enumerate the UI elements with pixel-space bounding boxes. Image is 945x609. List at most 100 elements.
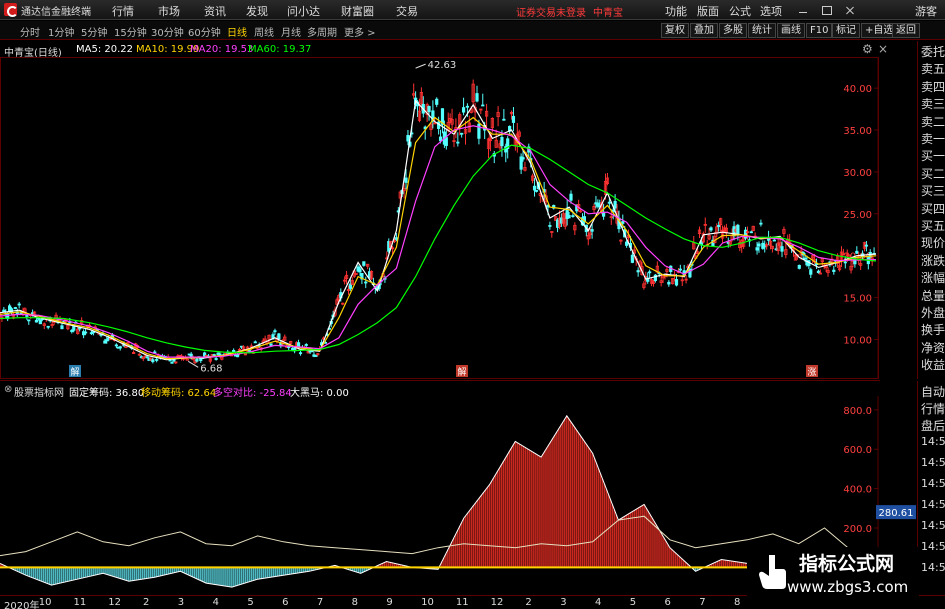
- quote-panel-item[interactable]: 买四: [921, 200, 945, 217]
- date-tick-label: 12: [108, 597, 122, 608]
- period-15min[interactable]: 15分钟: [114, 24, 147, 39]
- menu-functions[interactable]: 功能: [665, 3, 687, 19]
- menu-wealth[interactable]: 财富圈: [341, 3, 374, 19]
- quote-panel-item[interactable]: 总量: [921, 287, 945, 304]
- candle-body: [548, 225, 552, 227]
- quote-panel-item[interactable]: 卖二: [921, 113, 945, 130]
- menu-options[interactable]: 选项: [760, 3, 782, 19]
- quote-panel-item[interactable]: 卖五: [921, 60, 945, 77]
- draw-line-button[interactable]: 画线: [777, 23, 805, 38]
- f10-button[interactable]: F10: [806, 23, 833, 38]
- quote-panel-item[interactable]: 外盘: [921, 304, 945, 321]
- event-marker-label: 解: [457, 366, 466, 378]
- quote-panel-item[interactable]: 委托: [921, 43, 945, 60]
- close-icon[interactable]: [842, 3, 858, 17]
- quote-panel-item[interactable]: 买五: [921, 217, 945, 234]
- candle-body: [394, 237, 399, 240]
- candle-body: [105, 339, 109, 342]
- quote-panel-item[interactable]: 换手: [921, 321, 945, 338]
- quote-panel-item[interactable]: 卖三: [921, 95, 945, 112]
- candle-body: [170, 361, 174, 364]
- statistics-button[interactable]: 统计: [748, 23, 776, 38]
- app-logo-icon: [4, 3, 18, 17]
- user-label[interactable]: 游客: [915, 3, 937, 19]
- menu-layout[interactable]: 版面: [697, 3, 719, 19]
- period-5min[interactable]: 5分钟: [81, 24, 107, 39]
- candle-body: [797, 264, 801, 269]
- minimize-icon[interactable]: [795, 3, 811, 17]
- quote-panel-item[interactable]: 买三: [921, 182, 945, 199]
- quote-panel-item[interactable]: 收益: [921, 356, 945, 373]
- mark-button[interactable]: 标记: [832, 23, 860, 38]
- candle-body: [118, 346, 122, 349]
- tick-panel-tab[interactable]: 盘后: [921, 417, 945, 434]
- quote-panel-item[interactable]: 净资: [921, 339, 945, 356]
- date-tick-label: 2020年: [4, 601, 40, 609]
- high-marker: [415, 63, 426, 69]
- period-30min[interactable]: 30分钟: [151, 24, 184, 39]
- candle-body: [172, 359, 176, 362]
- period-more[interactable]: 更多 >: [344, 24, 376, 39]
- close-chart-icon[interactable]: ×: [878, 42, 888, 56]
- date-tick-label: 2: [143, 597, 150, 608]
- quote-panel-item[interactable]: 买一: [921, 147, 945, 164]
- candle-body: [502, 118, 506, 121]
- candle-body: [60, 325, 64, 330]
- menu-quotes[interactable]: 行情: [112, 3, 134, 19]
- y-tick-label: 10.00: [843, 335, 872, 346]
- y-tick-label: 40.00: [843, 84, 872, 95]
- candle-body: [667, 281, 671, 285]
- watermark-url: www.zbgs3.com: [787, 578, 909, 596]
- candle-body: [607, 201, 611, 204]
- y-tick-label: 25.00: [843, 210, 872, 221]
- menu-news[interactable]: 资讯: [204, 3, 226, 19]
- candle-body: [296, 342, 301, 348]
- period-monthly[interactable]: 月线: [281, 24, 301, 39]
- candle-body: [83, 331, 88, 334]
- quote-panel-item[interactable]: 涨幅: [921, 269, 945, 286]
- candle-body: [864, 244, 869, 247]
- quote-panel-item[interactable]: 涨跌: [921, 252, 945, 269]
- period-multi[interactable]: 多周期: [307, 24, 337, 39]
- ma60-line: [0, 144, 877, 354]
- y-tick-label: 30.00: [843, 168, 872, 179]
- candle-body: [247, 349, 251, 352]
- period-timeline[interactable]: 分时: [20, 24, 40, 39]
- price-chart[interactable]: 40.0035.0030.0025.0020.0015.0010.0042.63…: [0, 57, 916, 379]
- candle-body: [17, 303, 21, 306]
- fixed-chips-line: [0, 515, 877, 557]
- overlay-button[interactable]: 叠加: [690, 23, 718, 38]
- maximize-icon[interactable]: [818, 3, 834, 17]
- date-tick-label: 6: [282, 597, 289, 608]
- candle-body: [678, 268, 682, 271]
- menu-ask[interactable]: 问小达: [287, 3, 320, 19]
- menu-formula[interactable]: 公式: [729, 3, 751, 19]
- indicator-icon[interactable]: ⊗: [4, 384, 12, 395]
- chart-frame: [0, 57, 879, 379]
- period-1min[interactable]: 1分钟: [48, 24, 74, 39]
- quote-panel-item[interactable]: 卖四: [921, 78, 945, 95]
- moving-chips-bars: [0, 415, 875, 588]
- chart-header: 中青宝(日线) MA5: 20.22 MA10: 19.99 MA20: 19.…: [0, 41, 915, 59]
- multi-stock-button[interactable]: 多股: [719, 23, 747, 38]
- adjust-button[interactable]: 复权: [661, 23, 689, 38]
- high-annotation: 42.63: [428, 60, 457, 71]
- period-60min[interactable]: 60分钟: [188, 24, 221, 39]
- period-weekly[interactable]: 周线: [254, 24, 274, 39]
- quote-panel-item[interactable]: 买二: [921, 165, 945, 182]
- tick-panel-tab[interactable]: 行情: [921, 400, 945, 417]
- y-tick-label: 35.00: [843, 126, 872, 137]
- settings-icon[interactable]: ⚙: [862, 42, 873, 56]
- quote-panel-item[interactable]: 卖一: [921, 130, 945, 147]
- candle-body: [567, 214, 571, 219]
- back-button[interactable]: 返回: [892, 23, 920, 38]
- tick-time: 14:5: [921, 477, 945, 490]
- tick-panel-tab[interactable]: 自动: [921, 383, 945, 400]
- menu-market[interactable]: 市场: [158, 3, 180, 19]
- candle-body: [362, 261, 366, 266]
- menu-trade[interactable]: 交易: [396, 3, 418, 19]
- menu-discover[interactable]: 发现: [246, 3, 268, 19]
- quote-panel-item[interactable]: 现价: [921, 234, 945, 251]
- login-status[interactable]: 证券交易未登录: [516, 4, 586, 19]
- period-daily[interactable]: 日线: [227, 24, 247, 39]
